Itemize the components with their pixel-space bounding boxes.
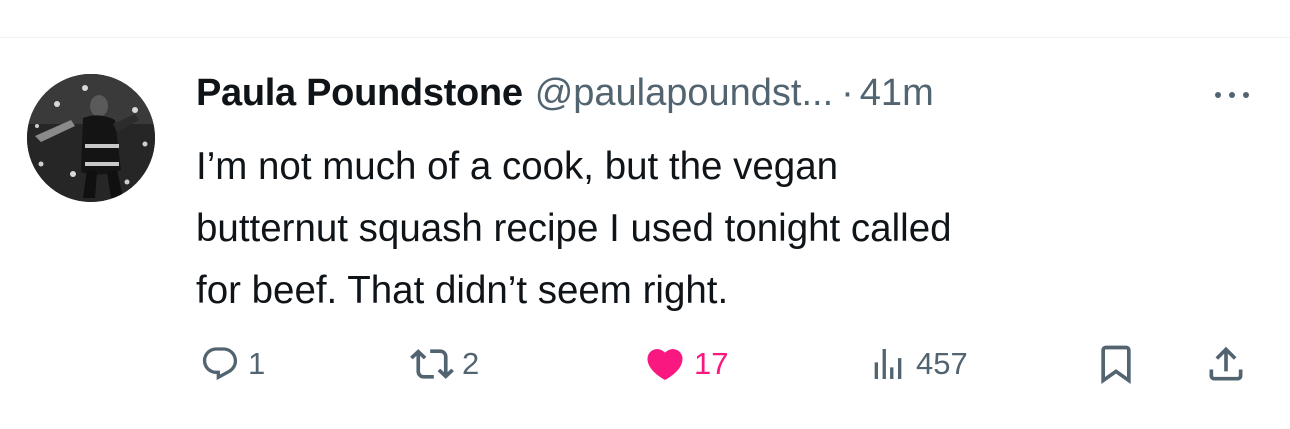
- like-button[interactable]: 17: [644, 336, 728, 392]
- retweet-icon: [410, 349, 454, 379]
- views-button[interactable]: 457: [868, 336, 968, 392]
- tweet: Paula Poundstone @paulapoundst... · 41m …: [196, 72, 1216, 322]
- tweet-text-line: butternut squash recipe I used tonight c…: [196, 207, 952, 250]
- tweet-actions: 1 2 17 457: [196, 336, 1266, 392]
- more-button[interactable]: [1210, 80, 1254, 110]
- avatar-photo: [27, 74, 155, 202]
- more-dots-icon: [1215, 92, 1249, 98]
- reply-button[interactable]: 1: [200, 336, 265, 392]
- tweet-text-line: I’m not much of a cook, but the vegan: [196, 145, 839, 188]
- reply-icon: [202, 347, 238, 381]
- author-handle[interactable]: @paulapoundst...: [535, 72, 833, 115]
- avatar[interactable]: [27, 74, 155, 202]
- author-display-name[interactable]: Paula Poundstone: [196, 72, 523, 115]
- like-count: 17: [694, 346, 729, 381]
- retweet-count: 2: [462, 346, 480, 381]
- views-count: 457: [916, 346, 968, 381]
- bookmark-icon: [1101, 345, 1131, 385]
- header-separator: ·: [841, 72, 854, 114]
- share-button[interactable]: [1204, 336, 1248, 392]
- tweet-timestamp[interactable]: 41m: [860, 72, 934, 115]
- bookmark-button[interactable]: [1094, 336, 1138, 392]
- views-icon: [874, 349, 902, 379]
- tweet-text: I’m not much of a cook, but the vegan bu…: [196, 136, 1226, 322]
- tweet-text-line: for beef. That didn’t seem right.: [196, 269, 729, 312]
- reply-count: 1: [248, 346, 266, 381]
- retweet-button[interactable]: 2: [410, 336, 479, 392]
- tweet-header: Paula Poundstone @paulapoundst... · 41m: [196, 72, 1216, 122]
- heart-icon: [647, 349, 683, 381]
- top-divider: [0, 37, 1290, 38]
- share-icon: [1209, 346, 1243, 381]
